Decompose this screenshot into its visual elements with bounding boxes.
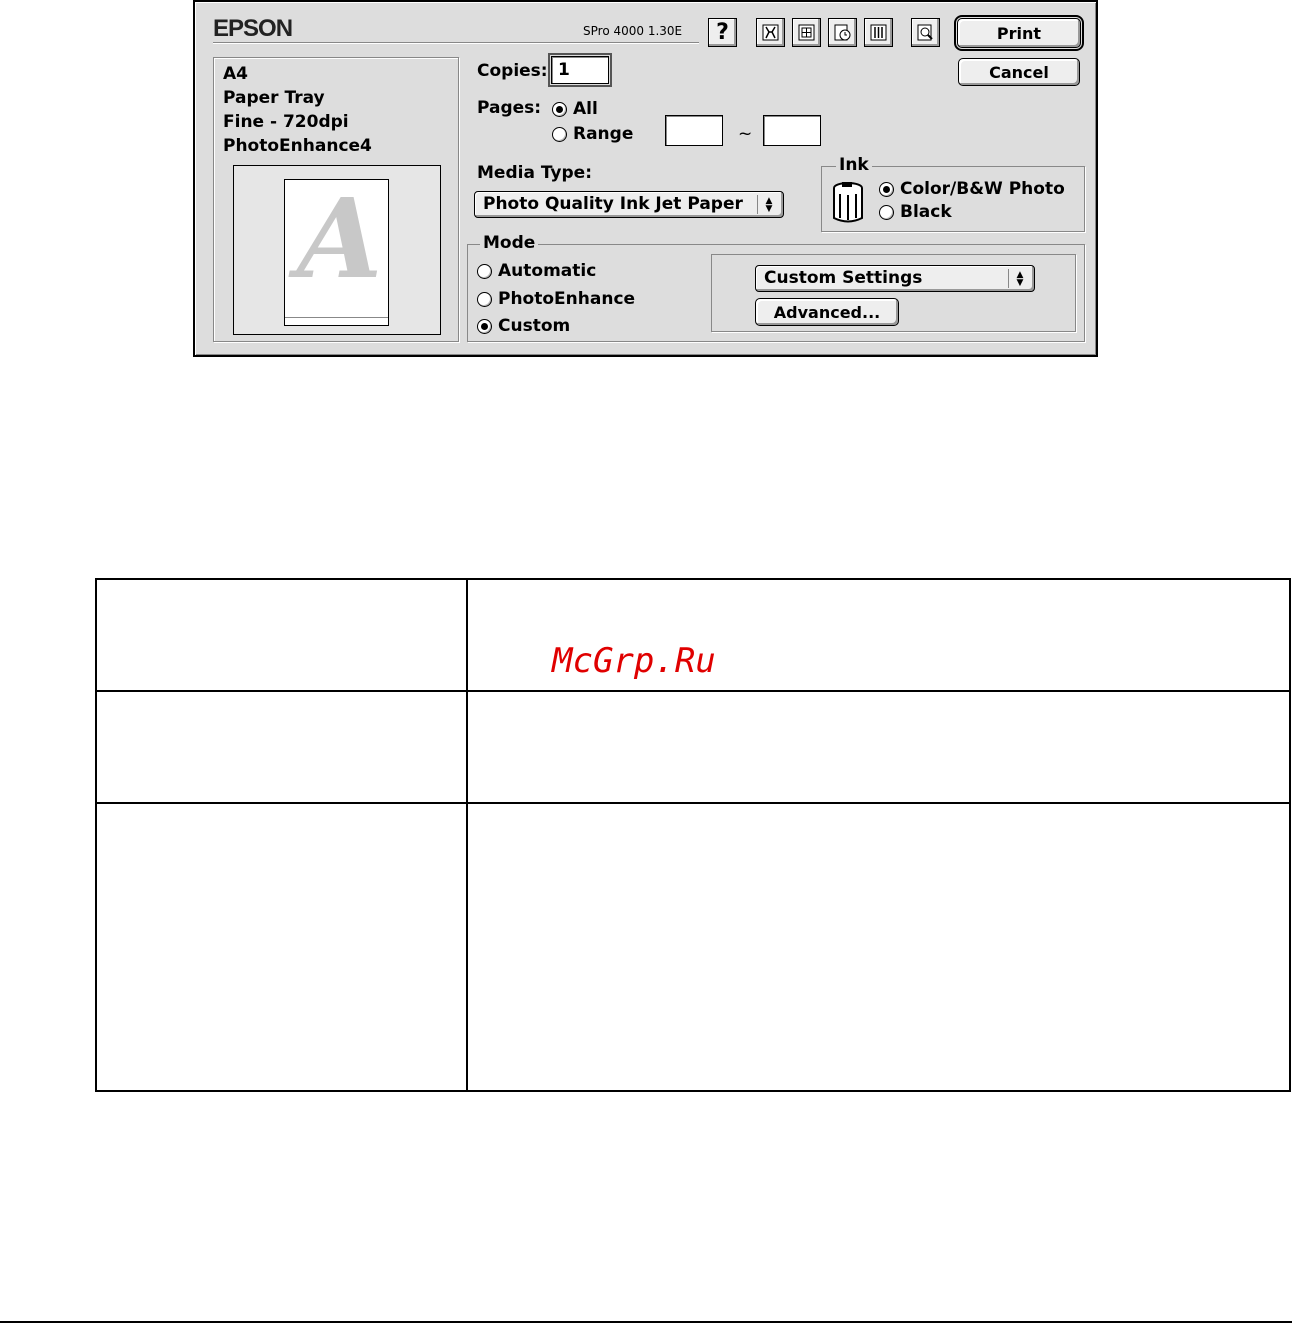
preview-icon[interactable] xyxy=(911,18,940,47)
ink-color-label: Color/B&W Photo xyxy=(900,179,1065,199)
range-separator: ~ xyxy=(738,124,753,144)
copies-label: Copies: xyxy=(477,61,548,81)
mode-custom-radio[interactable] xyxy=(477,318,492,334)
page-preview: A xyxy=(233,165,441,335)
ink-black-radio[interactable] xyxy=(879,204,894,220)
range-from-input[interactable] xyxy=(665,115,723,146)
table-cell xyxy=(466,802,1291,1092)
utility-icon[interactable] xyxy=(756,18,785,47)
copies-value: 1 xyxy=(558,60,570,80)
driver-version: SPro 4000 1.30E xyxy=(583,24,683,38)
summary-quality: Fine - 720dpi xyxy=(223,112,349,132)
clock-icon xyxy=(834,24,851,41)
custom-settings-select[interactable]: Custom Settings ▲ ▼ xyxy=(755,265,1035,292)
ink-color-option[interactable]: Color/B&W Photo xyxy=(879,179,1065,199)
ink-color-radio[interactable] xyxy=(879,181,894,197)
pages-range-label: Range xyxy=(573,124,634,144)
table-cell xyxy=(95,802,468,1092)
print-button[interactable]: Print xyxy=(954,15,1084,51)
mode-automatic-label: Automatic xyxy=(498,261,597,281)
pages-all-radio[interactable] xyxy=(552,101,567,117)
help-glyph: ? xyxy=(716,20,729,45)
settings-summary-panel: A4 Paper Tray Fine - 720dpi PhotoEnhance… xyxy=(213,57,459,342)
tools-icon xyxy=(762,24,779,41)
preview-sheet: A xyxy=(284,179,389,326)
ink-cartridge-icon xyxy=(831,180,865,229)
color-management-icon[interactable] xyxy=(864,18,893,47)
summary-text: A4 Paper Tray Fine - 720dpi PhotoEnhance… xyxy=(223,62,372,158)
preview-margin-line xyxy=(285,317,388,318)
summary-paper-size: A4 xyxy=(223,64,248,84)
custom-settings-value: Custom Settings xyxy=(764,268,923,288)
summary-paper-source: Paper Tray xyxy=(223,88,325,108)
updown-arrows-icon: ▲ ▼ xyxy=(757,195,780,214)
media-type-value: Photo Quality Ink Jet Paper xyxy=(483,194,743,214)
pages-all-option[interactable]: All xyxy=(552,99,598,119)
preview-letter: A xyxy=(297,179,383,303)
mode-custom-label: Custom xyxy=(498,316,571,336)
layout-glyph-icon xyxy=(798,24,815,41)
pages-range-radio[interactable] xyxy=(552,126,567,142)
table-cell xyxy=(95,578,468,692)
ink-bars-icon xyxy=(870,24,887,41)
footer-rule xyxy=(0,1321,1292,1323)
table-row xyxy=(95,802,1291,1092)
table-cell xyxy=(95,690,468,804)
mode-automatic-radio[interactable] xyxy=(477,263,492,279)
mode-photoenhance-label: PhotoEnhance xyxy=(498,289,636,309)
cancel-button[interactable]: Cancel xyxy=(958,58,1080,86)
media-type-select[interactable]: Photo Quality Ink Jet Paper ▲ ▼ xyxy=(474,191,784,218)
pages-range-option[interactable]: Range xyxy=(552,124,633,144)
ink-black-option[interactable]: Black xyxy=(879,202,952,222)
mode-automatic-option[interactable]: Automatic xyxy=(477,261,596,281)
mode-custom-option[interactable]: Custom xyxy=(477,316,570,336)
pages-label: Pages: xyxy=(477,98,542,118)
help-icon[interactable]: ? xyxy=(708,18,737,47)
summary-mode: PhotoEnhance4 xyxy=(223,136,372,156)
ink-group-title: Ink xyxy=(836,155,872,175)
pages-all-label: All xyxy=(573,99,598,119)
advanced-button[interactable]: Advanced... xyxy=(755,298,899,326)
background-print-icon[interactable] xyxy=(828,18,857,47)
table-cell xyxy=(466,690,1291,804)
table-row xyxy=(95,690,1291,804)
watermark: McGrp.Ru xyxy=(552,641,716,681)
media-type-label: Media Type: xyxy=(477,163,592,183)
layout-icon[interactable] xyxy=(792,18,821,47)
mode-group-title: Mode xyxy=(480,233,539,253)
header-divider xyxy=(213,42,699,44)
copies-input[interactable]: 1 xyxy=(548,53,612,87)
range-to-input[interactable] xyxy=(763,115,821,146)
magnifier-icon xyxy=(917,24,933,41)
epson-logo: EPSON xyxy=(213,15,293,42)
print-dialog: EPSON SPro 4000 1.30E ? Print Cancel A4 … xyxy=(193,0,1098,357)
updown-arrows-icon: ▲ ▼ xyxy=(1008,269,1031,288)
mode-photoenhance-option[interactable]: PhotoEnhance xyxy=(477,289,635,309)
ink-black-label: Black xyxy=(900,202,952,222)
mode-photoenhance-radio[interactable] xyxy=(477,291,492,307)
